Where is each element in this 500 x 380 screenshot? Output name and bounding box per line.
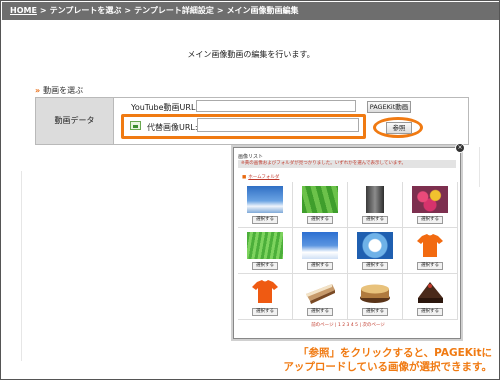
- breadcrumb: HOME > テンプレートを選ぶ > テンプレート詳細設定 > メイン画像動画編集: [2, 2, 499, 20]
- screenshot-frame: HOME > テンプレートを選ぶ > テンプレート詳細設定 > メイン画像動画編集 メイン画…: [0, 0, 500, 380]
- image-cell: 選択する: [238, 274, 293, 320]
- thumbnail-blue-sky[interactable]: [302, 232, 338, 259]
- image-cell: 選択する: [403, 228, 458, 274]
- breadcrumb-separator: >: [39, 6, 47, 15]
- double-chevron-icon: »: [35, 86, 41, 95]
- breadcrumb-item-template-detail[interactable]: テンプレート詳細設定: [134, 2, 214, 20]
- select-button[interactable]: 選択する: [362, 216, 388, 224]
- image-cell: 選択する: [403, 182, 458, 228]
- image-cell: 選択する: [238, 228, 293, 274]
- image-cell: 選択する: [238, 182, 293, 228]
- thumbnail-flowers[interactable]: [412, 186, 448, 213]
- select-button[interactable]: 選択する: [417, 216, 443, 224]
- breadcrumb-separator: >: [124, 6, 132, 15]
- select-button[interactable]: 選択する: [307, 216, 333, 224]
- image-icon: [130, 121, 141, 130]
- folder-icon: ■: [242, 175, 247, 180]
- folder-row: ■ ホームフォルダ: [242, 174, 279, 180]
- youtube-url-input[interactable]: [196, 100, 356, 112]
- image-cell: 選択する: [293, 182, 348, 228]
- select-button[interactable]: 選択する: [307, 262, 333, 270]
- folder-link[interactable]: ホームフォルダ: [248, 175, 279, 180]
- divider: [21, 171, 22, 361]
- popup-title: 画像リスト: [238, 154, 264, 160]
- image-cell: 選択する: [348, 182, 403, 228]
- thumbnail-water-splash[interactable]: [357, 232, 393, 259]
- thumbnail-orange-shirt[interactable]: [247, 278, 283, 305]
- caption-line-2: アップロードしている画像が選択できます。: [283, 361, 492, 373]
- select-button[interactable]: 選択する: [417, 308, 443, 316]
- image-list-popup: 画像リスト × ※黄の画像およびフォルダが見つかりました。いずれかを選んで表示し…: [233, 143, 465, 339]
- thumbnail-chocolate-cake[interactable]: [412, 278, 448, 305]
- select-button[interactable]: 選択する: [417, 262, 443, 270]
- breadcrumb-item-current: メイン画像動画編集: [226, 6, 299, 15]
- select-button[interactable]: 選択する: [307, 308, 333, 316]
- select-button[interactable]: 選択する: [362, 262, 388, 270]
- thumbnail-orange-shirt[interactable]: [412, 232, 448, 259]
- breadcrumb-item-template[interactable]: テンプレートを選ぶ: [50, 2, 122, 20]
- image-cell: 選択する: [403, 274, 458, 320]
- caption-line-1: 「参照」をクリックすると、PAGEKitに: [298, 347, 492, 359]
- youtube-url-label: YouTube動画URL:: [131, 103, 199, 112]
- select-button[interactable]: 選択する: [252, 216, 278, 224]
- pagekit-video-button[interactable]: PAGEKit動画: [367, 101, 411, 113]
- section-heading: » 動画を選ぶ: [35, 85, 83, 96]
- breadcrumb-separator: >: [216, 6, 224, 15]
- thumbnail-cake[interactable]: [357, 278, 393, 305]
- page-message: メイン画像動画の編集を行います。: [187, 50, 315, 59]
- image-cell: 選択する: [348, 274, 403, 320]
- caption: 「参照」をクリックすると、PAGEKitに アップロードしている画像が選択できま…: [237, 346, 492, 374]
- select-button[interactable]: 選択する: [252, 262, 278, 270]
- thumbnail-city-building[interactable]: [366, 186, 384, 213]
- select-button[interactable]: 選択する: [252, 308, 278, 316]
- thumbnail-grass[interactable]: [247, 232, 283, 259]
- browse-button[interactable]: 参照: [386, 122, 412, 134]
- image-cell: 選択する: [293, 228, 348, 274]
- thumbnail-sky-clouds[interactable]: [247, 186, 283, 213]
- section-heading-text: 動画を選ぶ: [43, 86, 84, 95]
- alt-image-url-label: 代替画像URL:: [147, 123, 198, 132]
- breadcrumb-home[interactable]: HOME: [10, 2, 37, 20]
- popup-notice: ※黄の画像およびフォルダが見つかりました。いずれかを選んで表示しています。: [238, 160, 456, 168]
- divider: [479, 147, 480, 187]
- video-data-label: 動画データ: [36, 98, 114, 144]
- thumbnail-cake-slice[interactable]: [302, 278, 338, 305]
- pagination[interactable]: 前のページ | 1 2 3 4 5 | 次のページ: [234, 322, 462, 328]
- thumbnail-green-field[interactable]: [302, 186, 338, 213]
- close-icon[interactable]: ×: [455, 143, 465, 153]
- alt-image-url-input[interactable]: [197, 118, 359, 132]
- select-button[interactable]: 選択する: [362, 308, 388, 316]
- image-cell: 選択する: [293, 274, 348, 320]
- image-cell: 選択する: [348, 228, 403, 274]
